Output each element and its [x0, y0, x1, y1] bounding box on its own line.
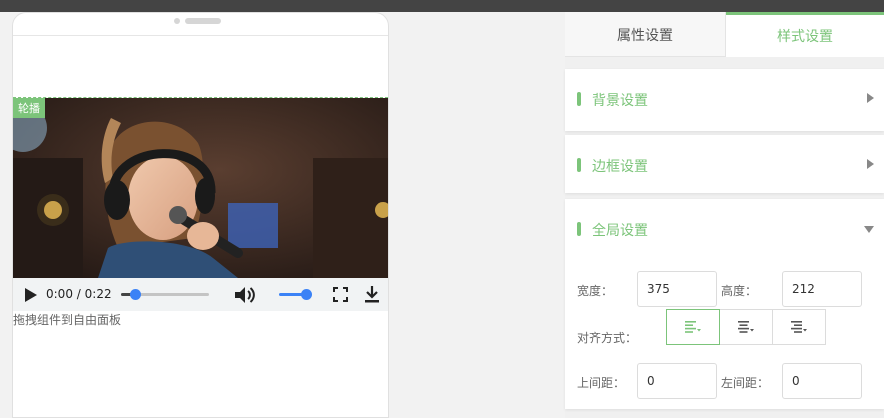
- style-panel: 属性设置 样式设置 背景设置 边框设置 全局设置 宽度： 375 高度： 212…: [565, 12, 884, 418]
- width-label: 宽度：: [577, 284, 614, 298]
- section-title-background: 背景设置: [592, 93, 648, 109]
- download-icon[interactable]: [364, 285, 380, 303]
- panel-tabs: 属性设置 样式设置: [565, 12, 884, 57]
- align-label: 对齐方式：: [577, 331, 638, 345]
- section-header[interactable]: 背景设置: [565, 69, 884, 129]
- align-center-button[interactable]: [719, 309, 773, 345]
- section-header[interactable]: 边框设置: [565, 135, 884, 195]
- top-margin-input[interactable]: 0: [637, 363, 717, 399]
- height-input[interactable]: 212: [782, 271, 862, 307]
- current-time: 0:00: [46, 287, 73, 301]
- camera-dot: [174, 18, 180, 24]
- section-marker: [577, 222, 581, 236]
- tab-property-settings[interactable]: 属性设置: [565, 12, 726, 57]
- section-marker: [577, 92, 581, 106]
- phone-header: [13, 13, 388, 36]
- section-marker: [577, 158, 581, 172]
- align-button-group: [666, 309, 826, 345]
- video-thumbnail: [13, 98, 388, 278]
- top-margin-label: 上间距：: [577, 376, 626, 390]
- align-center-icon: [738, 321, 754, 333]
- chevron-right-icon[interactable]: [867, 93, 874, 103]
- top-bar: [0, 0, 884, 12]
- time-separator: /: [76, 287, 81, 301]
- speaker-slot: [185, 18, 221, 24]
- align-right-button[interactable]: [772, 309, 826, 345]
- play-icon[interactable]: [24, 287, 38, 303]
- section-title-global: 全局设置: [592, 223, 648, 239]
- align-right-icon: [791, 321, 807, 333]
- phone-canvas: 轮播 0:00 / 0:22 拖拽组件到自由面板: [12, 12, 389, 418]
- chevron-right-icon[interactable]: [867, 159, 874, 169]
- section-header[interactable]: 全局设置: [565, 199, 884, 259]
- drag-hint: 拖拽组件到自由面板: [13, 313, 122, 327]
- width-input[interactable]: 375: [637, 271, 717, 307]
- duration: 0:22: [84, 287, 112, 301]
- video-controls: 0:00 / 0:22: [13, 278, 388, 311]
- time-display: 0:00 / 0:22: [46, 287, 112, 301]
- video-frame[interactable]: [13, 98, 388, 278]
- left-margin-label: 左间距：: [721, 376, 770, 390]
- background-settings-section[interactable]: 背景设置: [565, 69, 884, 131]
- height-label: 高度：: [721, 284, 758, 298]
- align-left-icon: [685, 321, 701, 333]
- border-settings-section[interactable]: 边框设置: [565, 135, 884, 193]
- section-title-border: 边框设置: [592, 159, 648, 175]
- align-left-button[interactable]: [666, 309, 720, 345]
- volume-icon[interactable]: [234, 285, 256, 305]
- seek-knob[interactable]: [130, 289, 142, 300]
- carousel-tag: 轮播: [13, 98, 45, 118]
- global-settings-section: 全局设置 宽度： 375 高度： 212 对齐方式： 上间距： 0 左间距： 0: [565, 199, 884, 409]
- carousel-component[interactable]: 轮播 0:00 / 0:22: [13, 97, 388, 311]
- left-margin-input[interactable]: 0: [782, 363, 862, 399]
- chevron-down-icon[interactable]: [864, 226, 874, 233]
- tab-style-settings[interactable]: 样式设置: [726, 12, 884, 57]
- fullscreen-icon[interactable]: [333, 287, 348, 302]
- volume-knob[interactable]: [301, 289, 312, 300]
